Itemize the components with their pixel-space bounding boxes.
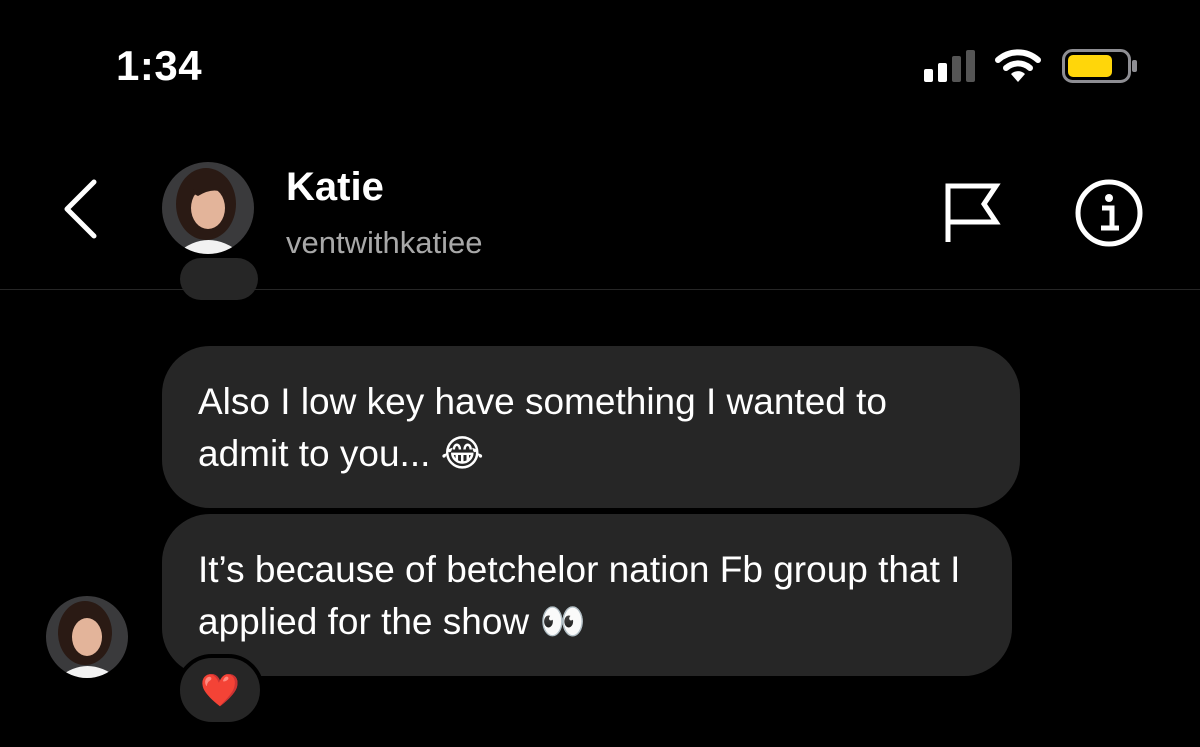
- heart-icon: ❤️: [200, 672, 240, 708]
- battery-icon: [1062, 49, 1137, 83]
- tears-of-joy-emoji: 😂: [440, 433, 484, 474]
- message-bubble[interactable]: It’s because of betchelor nation Fb grou…: [162, 514, 1012, 676]
- wifi-icon: [995, 49, 1041, 82]
- status-time: 1:34: [116, 42, 203, 89]
- contact-username[interactable]: ventwithkatiee: [286, 225, 482, 261]
- contact-name[interactable]: Katie: [286, 165, 384, 210]
- heart-reaction[interactable]: ❤️: [176, 654, 264, 726]
- flag-icon[interactable]: [942, 178, 1002, 244]
- eyes-emoji: 👀: [539, 601, 586, 642]
- sender-avatar[interactable]: [46, 596, 128, 678]
- message-text: Also I low key have something I wanted t…: [198, 381, 887, 474]
- header-divider: [0, 289, 1200, 290]
- avatar[interactable]: [162, 162, 254, 254]
- info-icon[interactable]: [1074, 178, 1144, 248]
- cellular-signal-icon: [924, 50, 980, 82]
- previous-message-bubble[interactable]: [180, 258, 258, 300]
- message-bubble[interactable]: Also I low key have something I wanted t…: [162, 346, 1020, 508]
- back-button[interactable]: [60, 178, 100, 240]
